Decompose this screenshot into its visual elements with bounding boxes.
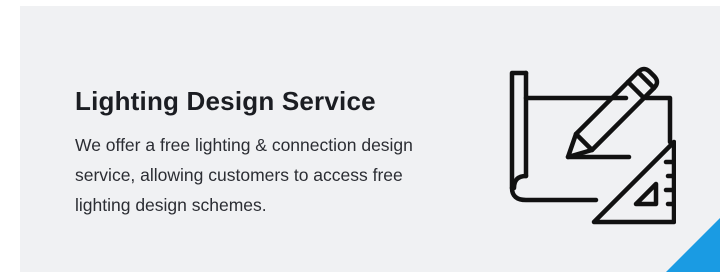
blueprint-pencil-set-square-icon bbox=[509, 66, 676, 225]
service-title: Lighting Design Service bbox=[75, 86, 376, 116]
corner-accent-triangle bbox=[666, 218, 720, 272]
service-text: Lighting Design Service We offer a free … bbox=[75, 84, 455, 220]
service-card: Lighting Design Service We offer a free … bbox=[20, 6, 720, 272]
service-description: We offer a free lighting & connection de… bbox=[75, 135, 413, 215]
